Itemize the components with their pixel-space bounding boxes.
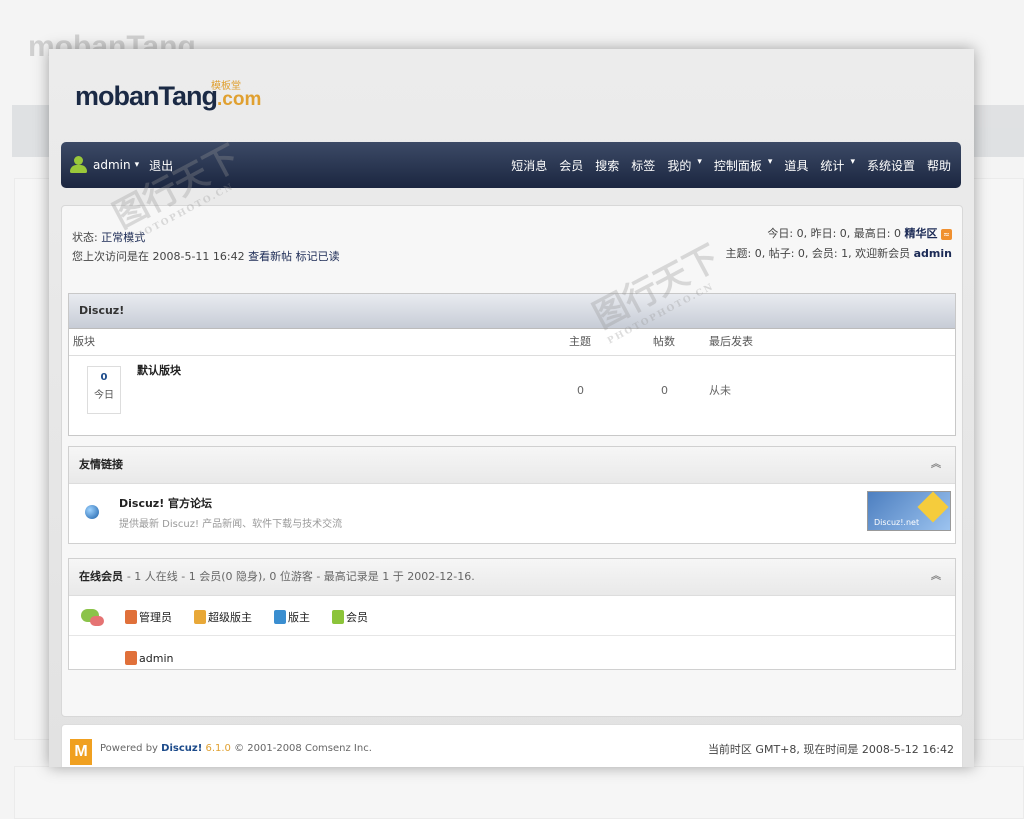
- main-panel: 状态: 正常模式 您上次访问是在 2008-5-11 16:42 查看新帖 标记…: [61, 205, 963, 717]
- nav-item-members[interactable]: 会员: [559, 157, 583, 174]
- chat-icon: [81, 609, 105, 627]
- online-title-text: 在线会员: [79, 570, 123, 583]
- friend-links: 友情链接 ︽ Discuz! 官方论坛 提供最新 Discuz! 产品新闻、软件…: [68, 446, 956, 544]
- status-info: 状态: 正常模式 您上次访问是在 2008-5-11 16:42 查看新帖 标记…: [72, 228, 340, 266]
- user-icon: [69, 156, 89, 174]
- member-user-icon: [332, 610, 344, 624]
- stats-line1: 今日: 0, 昨日: 0, 最高日: 0: [767, 227, 901, 240]
- group-label: 版主: [288, 611, 310, 624]
- group-label: 超级版主: [208, 611, 252, 624]
- discuz-banner[interactable]: Discuz!.net: [867, 491, 951, 531]
- ghost-footer: [14, 766, 1024, 819]
- rss-icon[interactable]: ≈: [941, 228, 952, 240]
- collapse-icon[interactable]: ︽: [931, 559, 941, 595]
- status-label: 状态:: [72, 231, 98, 244]
- chevron-down-icon[interactable]: ▾: [135, 160, 140, 170]
- forum-stats: 今日: 0, 昨日: 0, 最高日: 0 精华区 ≈ 主题: 0, 帖子: 0,…: [726, 224, 952, 264]
- links-title-text: 友情链接: [79, 458, 123, 471]
- header-posts: 帖数: [653, 335, 675, 348]
- copyright: © 2001-2008 Comsenz Inc.: [234, 743, 372, 754]
- header-board: 版块: [73, 335, 95, 348]
- group-label: 会员: [346, 611, 368, 624]
- nav-item-settings[interactable]: 系统设置: [867, 157, 915, 174]
- nav-item-search[interactable]: 搜索: [595, 157, 619, 174]
- board-name-link[interactable]: 默认版块: [137, 362, 181, 378]
- logo-suffix: .com: [217, 89, 262, 110]
- link-desc: 提供最新 Discuz! 产品新闻、软件下载与技术交流: [119, 519, 343, 530]
- group-admin: 管理员: [125, 609, 172, 625]
- user-menu[interactable]: admin ▾ 退出: [69, 156, 173, 174]
- view-new-link[interactable]: 查看新帖: [248, 250, 292, 263]
- online-members: 在线会员 - 1 人在线 - 1 会员(0 隐身), 0 位游客 - 最高记录是…: [68, 558, 956, 670]
- divider: [69, 635, 955, 636]
- mod-user-icon: [274, 610, 286, 624]
- today-box: 0 今日: [87, 366, 121, 414]
- username[interactable]: admin: [93, 158, 131, 172]
- nav-item-help[interactable]: 帮助: [927, 157, 951, 174]
- nav-item-messages[interactable]: 短消息: [511, 157, 547, 174]
- nav-item-my[interactable]: 我的: [667, 157, 691, 174]
- status-mode[interactable]: 正常模式: [101, 231, 145, 244]
- online-summary: - 1 人在线 - 1 会员(0 隐身), 0 位游客 - 最高记录是 1 于 …: [126, 570, 475, 583]
- chevron-down-icon[interactable]: ▾: [768, 157, 773, 174]
- top-nav: admin ▾ 退出 短消息 会员 搜索 标签 我的 ▾ 控制面板 ▾ 道具 统…: [61, 142, 961, 188]
- board-posts: 0: [661, 384, 668, 397]
- table-header: 版块 主题 帖数 最后发表: [69, 329, 955, 356]
- timezone-info: 当前时区 GMT+8, 现在时间是 2008-5-12 16:42: [707, 743, 954, 756]
- group-label: 管理员: [139, 611, 172, 624]
- powered-by: Powered by Discuz! 6.1.0 © 2001-2008 Com…: [100, 743, 372, 754]
- group-legend: 管理员 超级版主 版主 会员: [125, 609, 368, 625]
- today-label: 今日: [94, 390, 114, 401]
- footer-logo: M: [70, 739, 92, 765]
- header-threads: 主题: [569, 335, 591, 348]
- admin-user-icon: [125, 651, 137, 665]
- globe-icon: [85, 505, 99, 519]
- group-mod: 版主: [274, 609, 310, 625]
- stats-line2: 主题: 0, 帖子: 0, 会员: 1, 欢迎新会员: [725, 247, 911, 260]
- group-super-mod: 超级版主: [194, 609, 252, 625]
- header-last-post: 最后发表: [709, 335, 753, 348]
- new-member-link[interactable]: admin: [914, 247, 952, 260]
- category-title[interactable]: Discuz!: [69, 294, 955, 329]
- nav-item-tags[interactable]: 标签: [631, 157, 655, 174]
- chevron-down-icon[interactable]: ▾: [697, 157, 702, 174]
- online-title: 在线会员 - 1 人在线 - 1 会员(0 隐身), 0 位游客 - 最高记录是…: [69, 559, 955, 596]
- nav-item-stats[interactable]: 统计: [820, 157, 844, 174]
- nav-menu: 短消息 会员 搜索 标签 我的 ▾ 控制面板 ▾ 道具 统计 ▾ 系统设置 帮助: [511, 157, 951, 174]
- online-user[interactable]: admin: [125, 651, 173, 665]
- link-name[interactable]: Discuz! 官方论坛: [119, 495, 212, 511]
- product-link[interactable]: Discuz!: [161, 743, 202, 754]
- mark-read-link[interactable]: 标记已读: [296, 250, 340, 263]
- version: 6.1.0: [205, 743, 231, 754]
- group-member: 会员: [332, 609, 368, 625]
- logo-cn: 模板堂: [211, 81, 241, 92]
- nav-item-control-panel[interactable]: 控制面板: [714, 157, 762, 174]
- collapse-icon[interactable]: ︽: [931, 447, 941, 483]
- online-username[interactable]: admin: [139, 652, 173, 665]
- supermod-user-icon: [194, 610, 206, 624]
- forum-table: Discuz! 版块 主题 帖数 最后发表 0 今日 默认版块 0 0 从未: [68, 293, 956, 436]
- last-visit: 您上次访问是在 2008-5-11 16:42: [72, 250, 245, 263]
- forum-window: mobanTang.com 模板堂 admin ▾ 退出 短消息 会员 搜索 标…: [49, 49, 974, 767]
- board-last-post: 从未: [709, 384, 731, 397]
- admin-user-icon: [125, 610, 137, 624]
- powered-label: Powered by: [100, 743, 158, 754]
- table-row: 0 今日 默认版块 0 0 从未: [69, 356, 955, 426]
- nav-item-tools[interactable]: 道具: [784, 157, 808, 174]
- chevron-down-icon[interactable]: ▾: [850, 157, 855, 174]
- banner-text: Discuz!.net: [874, 518, 920, 527]
- links-title: 友情链接 ︽: [69, 447, 955, 484]
- digest-link[interactable]: 精华区: [905, 227, 938, 240]
- logo-main: mobanTang: [75, 81, 218, 111]
- footer: M Powered by Discuz! 6.1.0 © 2001-2008 C…: [61, 724, 963, 767]
- logout-link[interactable]: 退出: [149, 157, 173, 174]
- today-count: 0: [100, 372, 108, 383]
- board-threads: 0: [577, 384, 584, 397]
